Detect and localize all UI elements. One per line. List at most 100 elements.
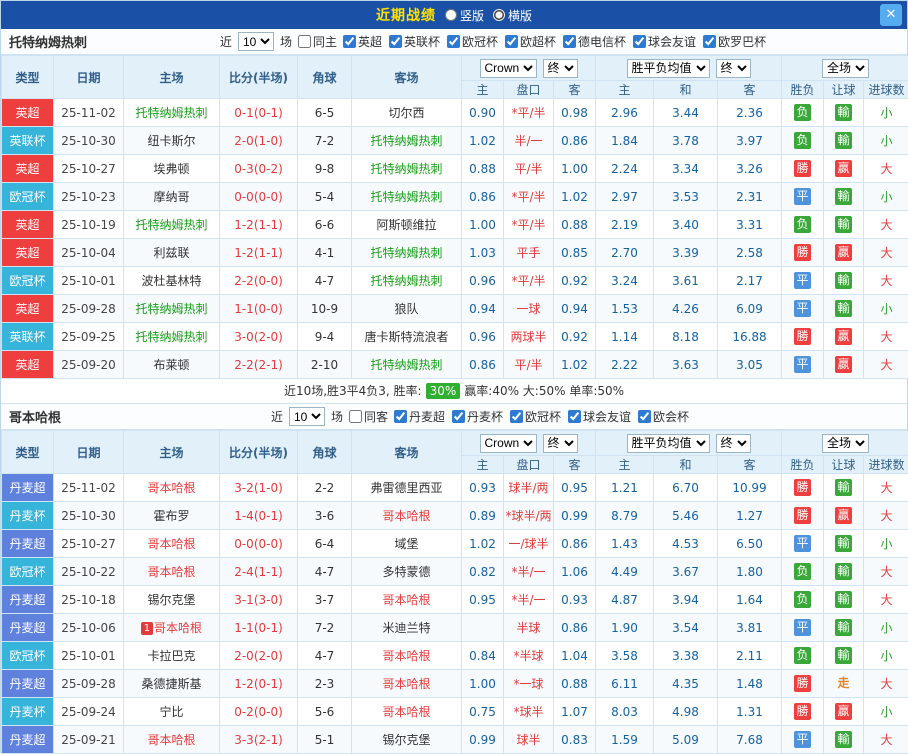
subcol-result: 胜负 (782, 456, 824, 474)
league-filter[interactable]: 英超 (343, 33, 382, 50)
league-filter-checkbox[interactable] (633, 35, 646, 48)
close-icon[interactable]: ✕ (880, 4, 902, 26)
handicap-result-cell: 輸 (824, 614, 864, 642)
league-filter[interactable]: 欧冠杯 (447, 33, 498, 50)
league-filter-checkbox[interactable] (703, 35, 716, 48)
avg-select[interactable]: 胜平负均值 (627, 434, 710, 453)
league-filter-checkbox[interactable] (394, 410, 407, 423)
handicap-line: *平/半 (504, 267, 554, 295)
corner-count: 3-6 (298, 502, 352, 530)
handicap-result-cell: 輸 (824, 530, 864, 558)
corner-count: 4-7 (298, 642, 352, 670)
league-filter[interactable]: 丹麦超 (394, 408, 445, 425)
league-filter[interactable]: 英联杯 (389, 33, 440, 50)
odds-away-value: 0.86 (554, 530, 596, 558)
handicap-line: *半/一 (504, 586, 554, 614)
subcol-odds-away: 客 (554, 81, 596, 99)
away-team: 弗雷德里西亚 (352, 474, 462, 502)
sections-container: 托特纳姆热刺 近 10 场 同主 英超英联杯欧冠杯欧超杯德电信杯球会友谊欧罗巴杯… (1, 29, 907, 754)
layout-horizontal-option[interactable]: 横版 (493, 7, 532, 24)
odds-home-value: 1.02 (462, 530, 504, 558)
layout-vertical-option[interactable]: 竖版 (445, 7, 484, 24)
matches-unit-label: 场 (331, 408, 343, 425)
league-filter-checkbox[interactable] (563, 35, 576, 48)
handicap-line: 平/半 (504, 155, 554, 183)
handicap-result-badge: 輸 (835, 188, 852, 205)
league-filter-checkbox[interactable] (638, 410, 651, 423)
odds-final-select[interactable]: 终 (543, 434, 578, 453)
league-filter-label: 欧罗巴杯 (718, 33, 766, 50)
league-filter-checkbox[interactable] (389, 35, 402, 48)
match-date: 25-10-30 (54, 502, 124, 530)
avg-win-value: 2.22 (596, 351, 654, 379)
match-row: 欧冠杯 25-10-23 摩纳哥 0-0(0-0) 5-4 托特纳姆热刺 0.8… (2, 183, 908, 211)
away-team: 托特纳姆热刺 (352, 267, 462, 295)
same-venue-filter[interactable]: 同主 (298, 33, 337, 50)
league-filter-checkbox[interactable] (505, 35, 518, 48)
league-filter[interactable]: 丹麦杯 (452, 408, 503, 425)
league-filter-checkbox[interactable] (343, 35, 356, 48)
league-filter[interactable]: 欧超杯 (505, 33, 556, 50)
match-row: 英超 25-10-27 埃弗顿 0-3(0-2) 9-8 托特纳姆热刺 0.88… (2, 155, 908, 183)
odds-away-value: 1.00 (554, 155, 596, 183)
scope-select[interactable]: 全场 (822, 59, 869, 78)
avg-lose-value: 2.36 (718, 99, 782, 127)
avg-win-value: 2.24 (596, 155, 654, 183)
odds-home-value: 0.93 (462, 474, 504, 502)
match-row: 英超 25-10-19 托特纳姆热刺 1-2(1-1) 6-6 阿斯顿维拉 1.… (2, 211, 908, 239)
match-row: 丹麦杯 25-09-24 宁比 0-2(0-0) 5-6 哥本哈根 0.75 *… (2, 698, 908, 726)
handicap-line: 一球 (504, 295, 554, 323)
league-filter-checkbox[interactable] (447, 35, 460, 48)
result-cell: 负 (782, 558, 824, 586)
home-team: 锡尔克堡 (124, 586, 220, 614)
odds-final-select[interactable]: 终 (543, 59, 578, 78)
scope-select[interactable]: 全场 (822, 434, 869, 453)
home-team: 托特纳姆热刺 (124, 323, 220, 351)
odds-source-select[interactable]: Crown (480, 434, 537, 453)
league-badge: 英联杯 (2, 127, 54, 155)
corner-count: 6-5 (298, 99, 352, 127)
same-venue-filter[interactable]: 同客 (349, 408, 388, 425)
layout-horizontal-radio[interactable] (493, 9, 505, 21)
odds-away-value: 0.88 (554, 670, 596, 698)
match-count-select[interactable]: 10 (238, 32, 274, 51)
corner-count: 3-7 (298, 586, 352, 614)
corner-count: 9-4 (298, 323, 352, 351)
league-filter[interactable]: 欧冠杯 (510, 408, 561, 425)
match-row: 丹麦超 25-09-28 桑德捷斯基 1-2(0-1) 2-3 哥本哈根 1.0… (2, 670, 908, 698)
scope-group-header: 全场 (782, 431, 908, 456)
same-venue-checkbox[interactable] (298, 35, 311, 48)
win-rate-badge: 30% (426, 383, 461, 399)
same-venue-checkbox[interactable] (349, 410, 362, 423)
odds-home-value: 0.75 (462, 698, 504, 726)
handicap-line: *球半 (504, 698, 554, 726)
league-filter[interactable]: 欧会杯 (638, 408, 689, 425)
match-row: 丹麦超 25-10-27 哥本哈根 0-0(0-0) 6-4 域堡 1.02 一… (2, 530, 908, 558)
score: 0-0(0-0) (220, 530, 298, 558)
odds-source-select[interactable]: Crown (480, 59, 537, 78)
corner-count: 7-2 (298, 127, 352, 155)
handicap-line: *平/半 (504, 211, 554, 239)
away-team: 托特纳姆热刺 (352, 127, 462, 155)
layout-vertical-radio[interactable] (445, 9, 457, 21)
league-filter-checkbox[interactable] (452, 410, 465, 423)
league-filter[interactable]: 球会友谊 (633, 33, 696, 50)
avg-final-select[interactable]: 终 (716, 434, 751, 453)
home-team: 布莱顿 (124, 351, 220, 379)
col-away: 客场 (352, 56, 462, 99)
summary-text: 近10场,胜3平4负3, 胜率: (284, 384, 422, 398)
home-team: 波杜基林特 (124, 267, 220, 295)
avg-win-value: 8.03 (596, 698, 654, 726)
col-corner: 角球 (298, 56, 352, 99)
subcol-handicap-result: 让球 (824, 81, 864, 99)
league-filter-checkbox[interactable] (568, 410, 581, 423)
home-team: 哥本哈根 (124, 558, 220, 586)
odds-away-value: 0.95 (554, 474, 596, 502)
league-filter[interactable]: 欧罗巴杯 (703, 33, 766, 50)
league-filter[interactable]: 德电信杯 (563, 33, 626, 50)
match-count-select[interactable]: 10 (289, 407, 325, 426)
league-filter[interactable]: 球会友谊 (568, 408, 631, 425)
league-filter-checkbox[interactable] (510, 410, 523, 423)
avg-select[interactable]: 胜平负均值 (627, 59, 710, 78)
avg-final-select[interactable]: 终 (716, 59, 751, 78)
